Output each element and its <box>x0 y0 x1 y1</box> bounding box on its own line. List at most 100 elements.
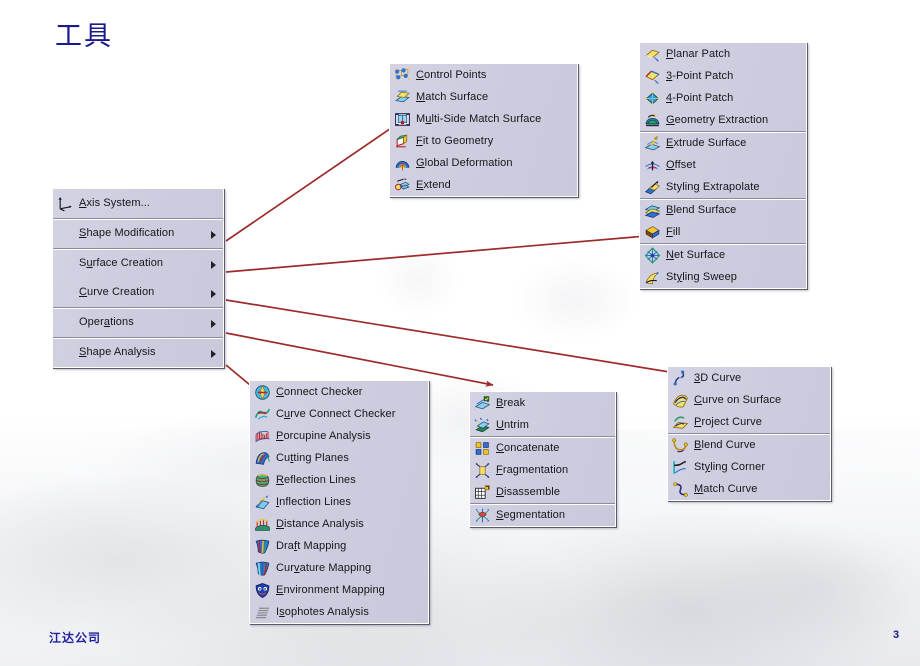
menu-item-blend-curve[interactable]: Blend Curve <box>668 434 830 456</box>
menu-item-styling-extrapolate[interactable]: Styling Extrapolate <box>640 176 806 198</box>
porcupine-analysis-icon <box>254 428 271 445</box>
menu-item-label: Connect Checker <box>276 386 363 398</box>
menu-item-surface-creation[interactable]: Surface Creation <box>53 249 223 278</box>
menu-item-shape-modification[interactable]: Shape Modification <box>53 219 223 248</box>
menu-group: Blend Curve Styling Corner Match Curve <box>668 433 830 500</box>
menu-item-label: Shape Modification <box>79 227 175 239</box>
menu-item-axis-system[interactable]: Axis System... <box>53 189 223 218</box>
menu-item-extend[interactable]: Extend <box>390 174 577 196</box>
four-point-patch-icon <box>644 90 661 107</box>
menu-item-fit-to-geometry[interactable]: Fit to Geometry <box>390 130 577 152</box>
menu-item-label: Blend Surface <box>666 204 737 216</box>
menu-item-styling-sweep[interactable]: Styling Sweep <box>640 266 806 288</box>
menu-item-isophotes-analysis[interactable]: Isophotes Analysis <box>250 601 428 623</box>
menu-item-label: Offset <box>666 159 696 171</box>
menu-item-untrim[interactable]: Untrim <box>470 414 615 436</box>
menu-group: Planar Patch 3-Point Patch 4-Point Patch Ge… <box>640 43 806 131</box>
styling-extrapolate-icon <box>644 179 661 196</box>
menu-shape-analysis[interactable]: Connect Checker Curve Connect Checker Porc… <box>249 380 429 624</box>
menu-item-connect-checker[interactable]: Connect Checker <box>250 381 428 403</box>
segmentation-icon <box>474 507 491 524</box>
menu-item-concatenate[interactable]: Concatenate <box>470 437 615 459</box>
menu-item-label: Curvature Mapping <box>276 562 372 574</box>
net-surface-icon <box>644 246 661 264</box>
menu-item-4-point-patch[interactable]: 4-Point Patch <box>640 87 806 109</box>
disassemble-icon <box>474 484 491 501</box>
menu-item-match-surface[interactable]: Match Surface <box>390 86 577 108</box>
menu-item-environment-mapping[interactable]: Environment Mapping <box>250 579 428 601</box>
menu-shape-modification[interactable]: Control Points Match Surface Multi-Side Ma… <box>389 63 578 197</box>
menu-item-label: Concatenate <box>496 442 560 454</box>
menu-group: Shape Analysis <box>53 337 223 367</box>
menu-item-geometry-extraction[interactable]: Geometry Extraction <box>640 109 806 131</box>
blend-surface-icon <box>644 202 661 219</box>
menu-item-label: Extrude Surface <box>666 137 747 149</box>
menu-item-distance-analysis[interactable]: Distance Analysis <box>250 513 428 535</box>
menu-item-curvature-mapping[interactable]: Curvature Mapping <box>250 557 428 579</box>
menu-item-label: Global Deformation <box>416 157 513 169</box>
menu-item-curve-creation[interactable]: Curve Creation <box>53 278 223 307</box>
menu-item-disassemble[interactable]: Disassemble <box>470 481 615 503</box>
menu-item-3-point-patch[interactable]: 3-Point Patch <box>640 65 806 87</box>
fill-icon <box>644 224 661 241</box>
arrow-operations <box>225 332 494 387</box>
menu-curve-creation[interactable]: 3D Curve Curve on Surface Project Curve Ble… <box>667 366 831 501</box>
menu-item-project-curve[interactable]: Project Curve <box>668 411 830 433</box>
menu-item-label: Axis System... <box>79 197 151 209</box>
menu-item-break[interactable]: Break <box>470 392 615 414</box>
menu-item-segmentation[interactable]: Segmentation <box>470 504 615 526</box>
styling-sweep-icon <box>644 269 661 286</box>
menu-item-label: Surface Creation <box>79 257 164 269</box>
menu-item-label: Blend Curve <box>694 439 756 451</box>
menu-item-inflection-lines[interactable]: Inflection Lines <box>250 491 428 513</box>
menu-item-multi-side-match-surface[interactable]: Multi-Side Match Surface <box>390 108 577 130</box>
menu-item-fragmentation[interactable]: Fragmentation <box>470 459 615 481</box>
menu-item-label: Segmentation <box>496 509 566 521</box>
planar-patch-icon <box>644 46 661 63</box>
menu-item-fill[interactable]: Fill <box>640 221 806 243</box>
menu-item-curve-on-surface[interactable]: Curve on Surface <box>668 389 830 411</box>
menu-item-label: Draft Mapping <box>276 540 347 552</box>
menu-item-blend-surface[interactable]: Blend Surface <box>640 199 806 221</box>
menu-item-control-points[interactable]: Control Points <box>390 64 577 86</box>
connect-checker-icon <box>254 384 271 401</box>
menu-item-label: Fragmentation <box>496 464 569 476</box>
menu-item-3d-curve[interactable]: 3D Curve <box>668 367 830 389</box>
menu-item-match-curve[interactable]: Match Curve <box>668 478 830 500</box>
menu-item-draft-mapping[interactable]: Draft Mapping <box>250 535 428 557</box>
menu-group: Break Untrim <box>470 392 615 436</box>
menu-item-label: Curve Connect Checker <box>276 408 396 420</box>
menu-item-cutting-planes[interactable]: Cutting Planes <box>250 447 428 469</box>
menu-item-net-surface[interactable]: Net Surface <box>640 244 806 266</box>
menu-item-label: Isophotes Analysis <box>276 606 369 618</box>
menu-item-reflection-lines[interactable]: Reflection Lines <box>250 469 428 491</box>
submenu-arrow-icon <box>211 289 216 298</box>
cutting-planes-icon <box>254 450 271 467</box>
multi-side-match-surface-icon <box>394 111 411 128</box>
menu-item-planar-patch[interactable]: Planar Patch <box>640 43 806 65</box>
submenu-arrow-icon <box>211 319 216 328</box>
menu-item-offset[interactable]: Offset <box>640 154 806 176</box>
menu-item-curve-connect-checker[interactable]: Curve Connect Checker <box>250 403 428 425</box>
menu-item-porcupine-analysis[interactable]: Porcupine Analysis <box>250 425 428 447</box>
menu-item-extrude-surface[interactable]: Extrude Surface <box>640 132 806 154</box>
page-title: 工具 <box>55 21 113 52</box>
menu-item-label: Cutting Planes <box>276 452 349 464</box>
menu-shape-design-root[interactable]: Axis System... Shape Modification Surface … <box>52 188 224 368</box>
menu-item-styling-corner[interactable]: Styling Corner <box>668 456 830 478</box>
menu-item-operations[interactable]: Operations <box>53 308 223 337</box>
submenu-arrow-icon <box>211 349 216 358</box>
axis-system-icon <box>57 195 74 212</box>
menu-surface-creation[interactable]: Planar Patch 3-Point Patch 4-Point Patch Ge… <box>639 42 807 289</box>
menu-group: Blend Surface Fill <box>640 198 806 243</box>
menu-item-label: 4-Point Patch <box>666 92 734 104</box>
inflection-lines-icon <box>254 494 271 511</box>
styling-corner-icon <box>672 459 689 476</box>
menu-item-shape-analysis[interactable]: Shape Analysis <box>53 338 223 367</box>
menu-item-global-deformation[interactable]: Global Deformation <box>390 152 577 174</box>
fit-to-geometry-icon <box>394 133 411 150</box>
curve-connect-checker-icon <box>254 406 271 423</box>
menu-item-label: Shape Analysis <box>79 346 156 358</box>
submenu-arrow-icon <box>211 230 216 239</box>
menu-operations[interactable]: Break Untrim Concatenate Fragmentation Disas… <box>469 391 616 527</box>
